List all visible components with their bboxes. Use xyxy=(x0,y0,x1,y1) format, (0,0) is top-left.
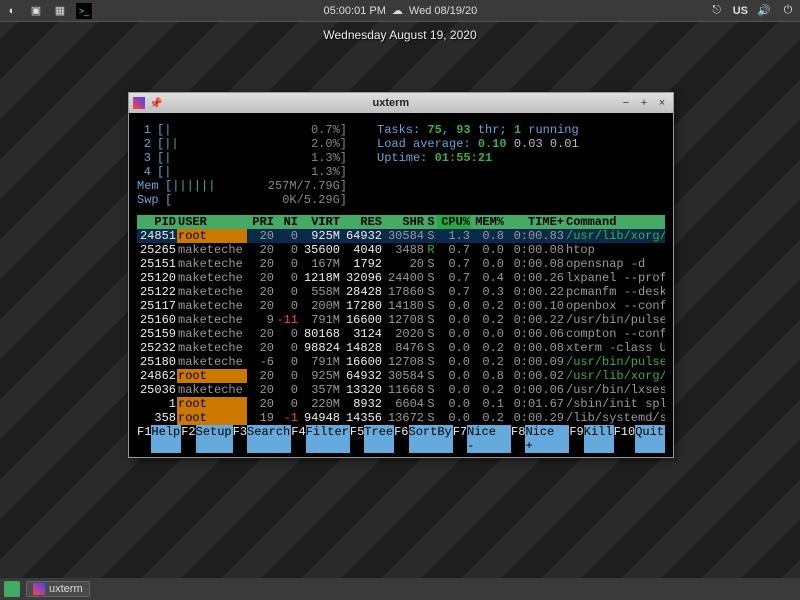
process-row[interactable]: 25151 maketeche200167M179220S0.70.00:00.… xyxy=(137,257,665,271)
terminal-icon[interactable]: >_ xyxy=(76,3,92,19)
col-cpu[interactable]: CPU% xyxy=(437,215,471,229)
col-ni[interactable]: NI xyxy=(275,215,299,229)
process-header[interactable]: PID USER PRI NI VIRT RES SHR S CPU% MEM%… xyxy=(137,215,665,229)
bottom-taskbar: uxterm xyxy=(0,578,800,600)
col-cmd[interactable]: Command xyxy=(565,215,665,229)
terminal-content[interactable]: 1[|0.7%]2[||2.0%]3[|1.3%]4[|1.3%]Mem[|||… xyxy=(129,113,673,457)
desktop: ◐ ▣ ▦ >_ 05:00:01 PM ☁ Wed 08/19/20 ⎋ US… xyxy=(0,0,800,600)
keyboard-layout[interactable]: US xyxy=(733,5,748,17)
process-row[interactable]: 25159 maketeche2008016831242020S0.00.00:… xyxy=(137,327,665,341)
cpu-meter-3: 3[|1.3%] xyxy=(137,151,347,165)
fkey-f8[interactable]: F8Nice + xyxy=(511,425,569,453)
start-menu-icon[interactable]: ◐ xyxy=(4,3,20,19)
fkey-f5[interactable]: F5Tree xyxy=(350,425,394,453)
col-mem[interactable]: MEM% xyxy=(471,215,505,229)
function-keys: F1HelpF2SetupF3SearchF4FilterF5TreeF6Sor… xyxy=(137,425,665,453)
process-row[interactable]: 25180 maketeche-60791M1660012708S0.00.20… xyxy=(137,355,665,369)
minimize-button[interactable]: − xyxy=(619,97,633,109)
col-pid[interactable]: PID xyxy=(137,215,177,229)
col-user[interactable]: USER xyxy=(177,215,247,229)
fkey-f6[interactable]: F6SortBy xyxy=(394,425,453,453)
process-row[interactable]: 25036 maketeche200357M1332011668S0.00.20… xyxy=(137,383,665,397)
fkey-f4[interactable]: F4Filter xyxy=(291,425,350,453)
top-panel: ◐ ▣ ▦ >_ 05:00:01 PM ☁ Wed 08/19/20 ⎋ US… xyxy=(0,0,800,22)
app-icon xyxy=(133,97,145,109)
window-title: uxterm xyxy=(167,97,615,109)
clock-date[interactable]: Wed 08/19/20 xyxy=(409,5,477,17)
clock-time[interactable]: 05:00:01 PM xyxy=(324,5,386,17)
col-shr[interactable]: SHR xyxy=(383,215,425,229)
maximize-button[interactable]: + xyxy=(637,97,651,109)
cpu-meter-2: 2[||2.0%] xyxy=(137,137,347,151)
task-button-uxterm[interactable]: uxterm xyxy=(26,581,90,597)
col-pri[interactable]: PRI xyxy=(247,215,275,229)
process-row[interactable]: 24851 root200925M6493230584S1.30.80:00.8… xyxy=(137,229,665,243)
volume-icon[interactable]: 🔊 xyxy=(756,3,772,19)
browser-icon[interactable]: ▦ xyxy=(52,3,68,19)
uxterm-window[interactable]: 📌 uxterm − + × 1[|0.7%]2[||2.0%]3[|1.3%]… xyxy=(128,92,674,458)
fkey-f7[interactable]: F7Nice - xyxy=(453,425,511,453)
mem-meter: Mem[||||||257M/7.79G] xyxy=(137,179,347,193)
network-icon[interactable]: ⎋ xyxy=(709,3,725,19)
process-row[interactable]: 25122 maketeche200558M2842817860S0.70.30… xyxy=(137,285,665,299)
pin-icon[interactable]: 📌 xyxy=(149,97,163,110)
swp-meter: Swp[0K/5.29G] xyxy=(137,193,347,207)
process-row[interactable]: 25265 maketeche2003560040403488R0.70.00:… xyxy=(137,243,665,257)
process-row[interactable]: 25232 maketeche20098824148288476S0.00.20… xyxy=(137,341,665,355)
process-row[interactable]: 358 root19-1949481435613672S0.00.20:00.2… xyxy=(137,411,665,425)
col-s[interactable]: S xyxy=(425,215,437,229)
desktop-date-widget: Wednesday August 19, 2020 xyxy=(323,28,476,42)
close-button[interactable]: × xyxy=(655,97,669,109)
fkey-f1[interactable]: F1Help xyxy=(137,425,181,453)
cpu-meter-1: 1[|0.7%] xyxy=(137,123,347,137)
col-res[interactable]: RES xyxy=(341,215,383,229)
titlebar[interactable]: 📌 uxterm − + × xyxy=(129,93,673,113)
tasks-label: Tasks: xyxy=(377,123,427,137)
cpu-meter-4: 4[|1.3%] xyxy=(137,165,347,179)
fkey-f3[interactable]: F3Search xyxy=(233,425,292,453)
fkey-f10[interactable]: F10Quit xyxy=(614,425,665,453)
process-row[interactable]: 25117 maketeche200200M1728014180S0.00.20… xyxy=(137,299,665,313)
xterm-icon xyxy=(33,583,45,595)
logout-icon[interactable]: ⏻ xyxy=(780,3,796,19)
load-label: Load average: xyxy=(377,137,478,151)
fkey-f2[interactable]: F2Setup xyxy=(181,425,232,453)
col-virt[interactable]: VIRT xyxy=(299,215,341,229)
process-row[interactable]: 25160 maketeche9-11791M1660012708S0.00.2… xyxy=(137,313,665,327)
process-row[interactable]: 25120 maketeche2001218M3209624400S0.70.4… xyxy=(137,271,665,285)
uptime-label: Uptime: xyxy=(377,151,435,165)
col-time[interactable]: TIME+ xyxy=(505,215,565,229)
weather-icon[interactable]: ☁ xyxy=(392,4,403,17)
fkey-f9[interactable]: F9Kill xyxy=(569,425,613,453)
show-desktop-button[interactable] xyxy=(4,581,20,597)
process-row[interactable]: 24862 root200925M6493230584S0.00.80:00.0… xyxy=(137,369,665,383)
file-manager-icon[interactable]: ▣ xyxy=(28,3,44,19)
process-row[interactable]: 1 root200220M89326604S0.00.10:01.67 /sbi… xyxy=(137,397,665,411)
